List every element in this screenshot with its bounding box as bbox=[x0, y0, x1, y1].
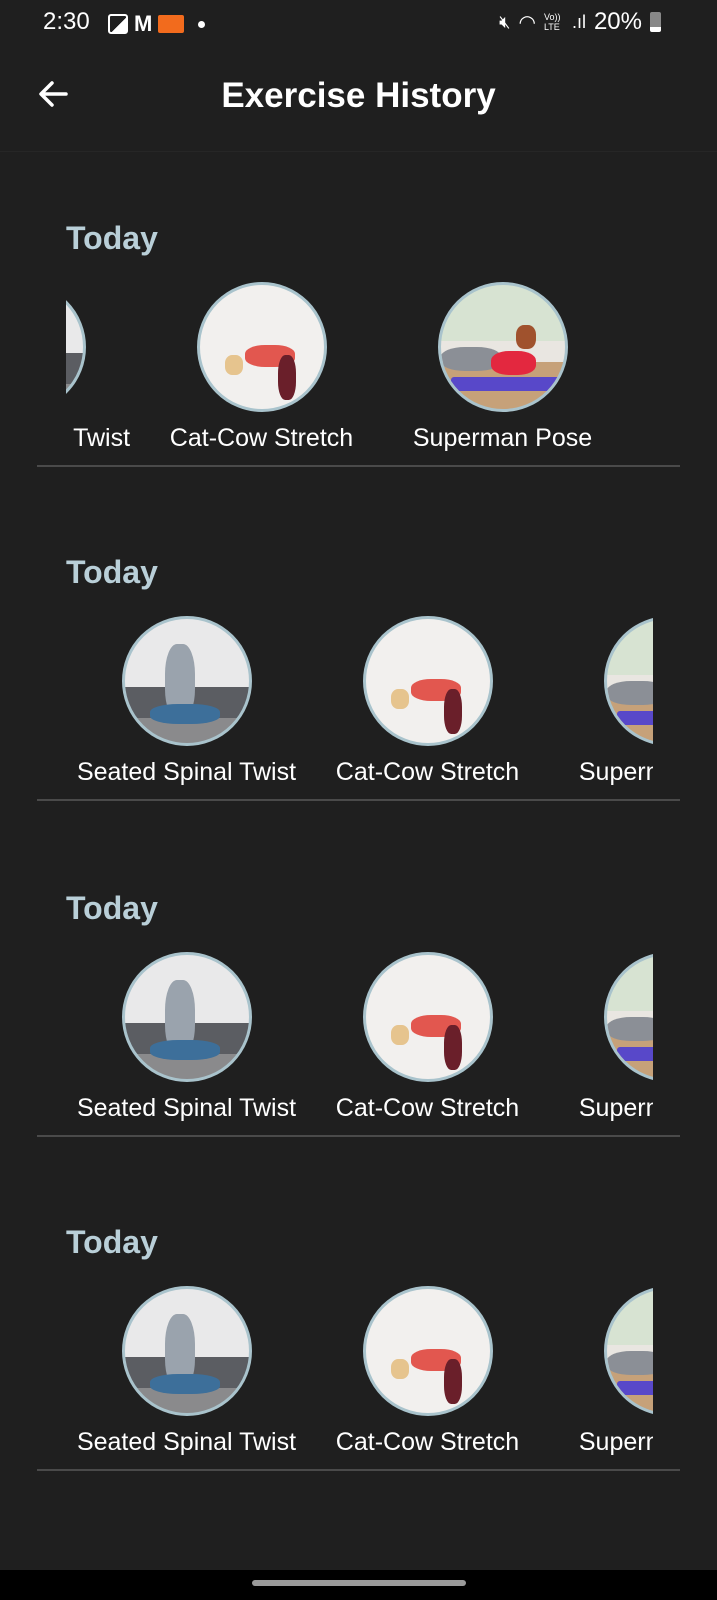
exercise-thumbnail bbox=[437, 282, 568, 412]
exercise-name: Cat-Cow Stretch bbox=[169, 424, 354, 452]
exercise-name: Seated Spinal Twist bbox=[76, 758, 297, 786]
section-date: Today bbox=[66, 890, 158, 926]
exercise-item[interactable]: Seated Spinal Twist bbox=[66, 616, 307, 787]
app-bar: Exercise History bbox=[0, 44, 717, 152]
exercise-name: Cat-Cow Stretch bbox=[335, 758, 520, 786]
divider bbox=[37, 1135, 680, 1137]
exercise-name: Superman Pose bbox=[578, 1094, 653, 1122]
history-section: TodaySeated Spinal TwistCat-Cow StretchS… bbox=[37, 890, 680, 1225]
exercise-item[interactable]: Seated Spinal Twist bbox=[66, 952, 307, 1123]
exercise-item[interactable]: Cat-Cow Stretch bbox=[307, 1286, 548, 1457]
exercise-thumbnail bbox=[362, 952, 493, 1082]
exercise-item[interactable]: Superman Pose bbox=[548, 616, 653, 787]
status-time: 2:30 bbox=[43, 8, 90, 35]
exercise-carousel[interactable]: Seated Spinal Twist Cat-Cow Stretch Superm… bbox=[66, 282, 653, 462]
divider bbox=[37, 799, 680, 801]
exercise-thumbnail bbox=[362, 1286, 493, 1416]
exercise-item[interactable]: Cat-Cow Stretch bbox=[141, 282, 382, 453]
status-bar: 2:30 M 🔇︎ ◠ Vo)) LTE .ıl 20% bbox=[0, 0, 717, 44]
exercise-thumbnail bbox=[603, 616, 653, 746]
exercise-item[interactable]: Seated Spinal Twist bbox=[66, 1286, 307, 1457]
battery-percent: 20% bbox=[593, 8, 642, 35]
exercise-thumbnail bbox=[362, 616, 493, 746]
history-section: TodaySeated Spinal TwistCat-Cow StretchS… bbox=[37, 554, 680, 889]
exercise-name: Superman Pose bbox=[578, 1428, 653, 1456]
exercise-name: Superman Pose bbox=[412, 424, 593, 452]
exercise-thumbnail bbox=[603, 952, 653, 1082]
divider bbox=[37, 465, 680, 467]
exercise-thumbnail bbox=[66, 282, 86, 412]
wifi-icon: ◠ bbox=[518, 11, 536, 34]
dot-icon bbox=[198, 20, 206, 28]
exercise-carousel[interactable]: Seated Spinal Twist Cat-Cow Stretch Superm… bbox=[66, 1286, 653, 1466]
exercise-thumbnail bbox=[196, 282, 327, 412]
exercise-name: Seated Spinal Twist bbox=[76, 1428, 297, 1456]
video-record-icon bbox=[158, 15, 185, 33]
home-handle[interactable] bbox=[252, 1580, 466, 1586]
exercise-name: Cat-Cow Stretch bbox=[335, 1094, 520, 1122]
section-date: Today bbox=[66, 554, 158, 590]
signal-icon: .ıl bbox=[571, 11, 586, 32]
exercise-name: Seated Spinal Twist bbox=[66, 424, 131, 452]
history-section: TodaySeated Spinal TwistCat-Cow StretchS… bbox=[37, 1224, 680, 1559]
section-date: Today bbox=[66, 1224, 158, 1260]
battery-icon bbox=[650, 12, 661, 32]
exercise-item[interactable]: Superman Pose bbox=[548, 952, 653, 1123]
exercise-item[interactable]: Cat-Cow Stretch bbox=[307, 952, 548, 1123]
exercise-name: Seated Spinal Twist bbox=[76, 1094, 297, 1122]
navigation-bar bbox=[0, 1570, 717, 1600]
exercise-name: Superman Pose bbox=[578, 758, 653, 786]
exercise-carousel[interactable]: Seated Spinal Twist Cat-Cow Stretch Superm… bbox=[66, 952, 653, 1132]
exercise-item[interactable]: Superman Pose bbox=[382, 282, 623, 453]
exercise-name: Cat-Cow Stretch bbox=[335, 1428, 520, 1456]
gallery-icon bbox=[108, 14, 128, 34]
section-date: Today bbox=[66, 220, 158, 256]
gmail-icon: M bbox=[134, 11, 153, 36]
exercise-thumbnail bbox=[121, 952, 252, 1082]
exercise-thumbnail bbox=[121, 616, 252, 746]
volte-icon: Vo)) LTE bbox=[543, 12, 561, 32]
exercise-carousel[interactable]: Seated Spinal Twist Cat-Cow Stretch Superm… bbox=[66, 616, 653, 796]
exercise-item[interactable]: Child's Pose bbox=[623, 282, 653, 453]
exercise-item[interactable]: Superman Pose bbox=[548, 1286, 653, 1457]
exercise-item[interactable]: Cat-Cow Stretch bbox=[307, 616, 548, 787]
history-section: TodaySeated Spinal TwistCat-Cow StretchS… bbox=[37, 220, 680, 555]
divider bbox=[37, 1469, 680, 1471]
mute-icon: 🔇︎ bbox=[499, 11, 511, 32]
exercise-item[interactable]: Seated Spinal Twist bbox=[66, 282, 141, 453]
exercise-thumbnail bbox=[603, 1286, 653, 1416]
page-title: Exercise History bbox=[221, 76, 496, 115]
exercise-thumbnail bbox=[121, 1286, 252, 1416]
